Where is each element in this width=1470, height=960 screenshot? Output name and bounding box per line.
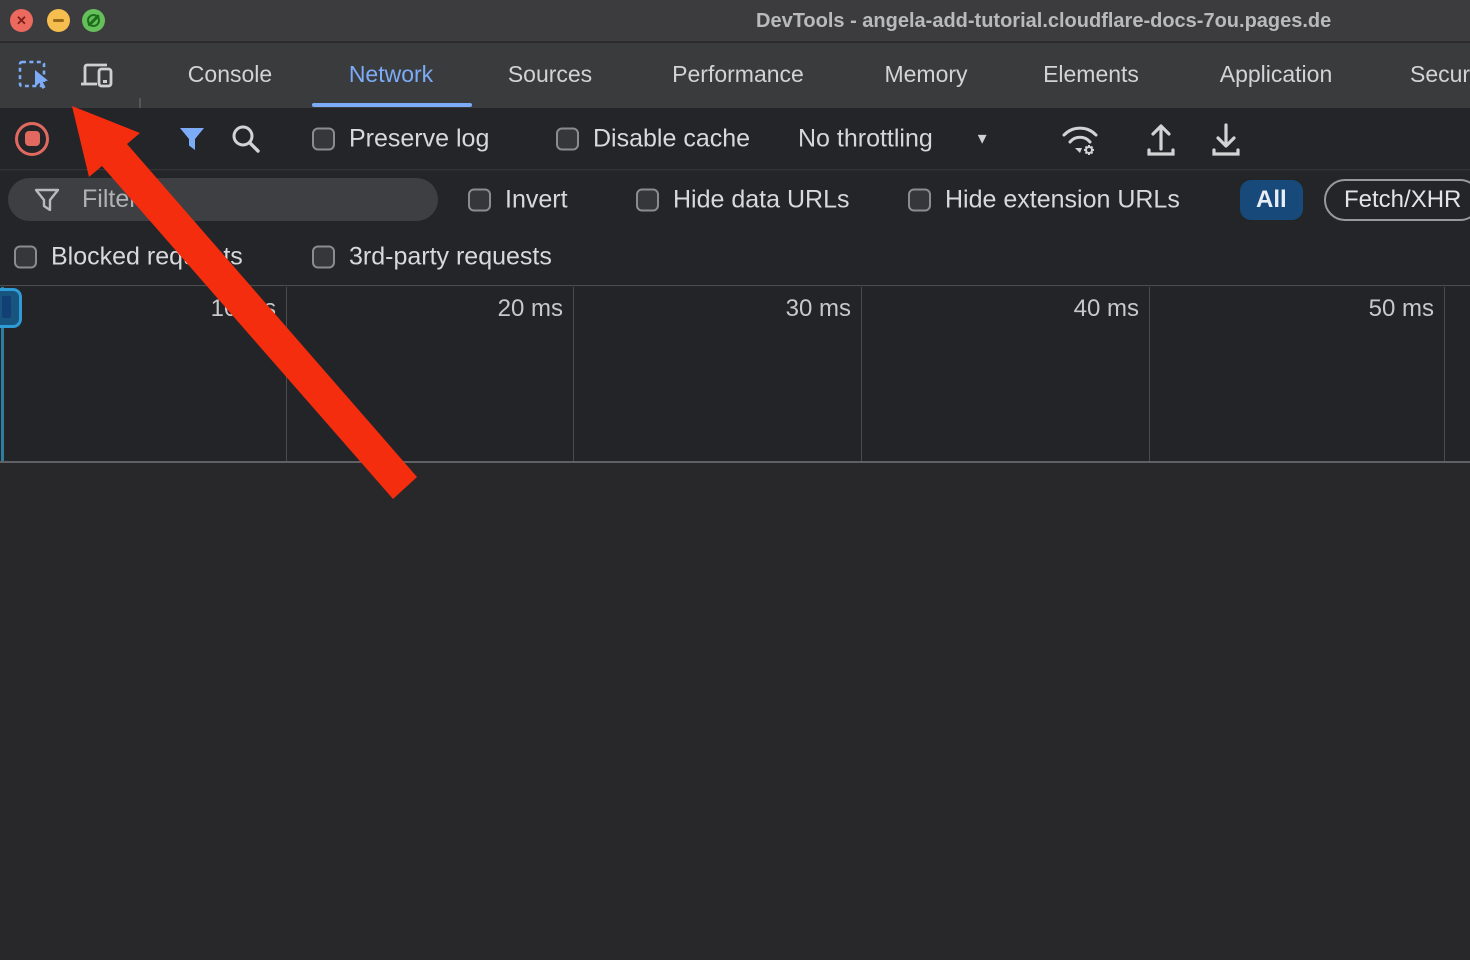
import-har-icon[interactable]	[1142, 121, 1180, 157]
checkbox-box[interactable]	[312, 245, 335, 268]
disable-cache-checkbox[interactable]: Disable cache	[556, 124, 750, 153]
hide-extension-urls-checkbox[interactable]: Hide extension URLs	[908, 185, 1180, 214]
requests-panel: Recordi Perform a request	[0, 465, 1470, 960]
funnel-icon	[34, 188, 60, 212]
tab-security[interactable]: Security	[1410, 43, 1470, 108]
titlebar: ✕ DevTools - angela-add-tutorial.cloudfl…	[0, 0, 1470, 42]
checkbox-box[interactable]	[636, 188, 659, 211]
checkbox-box[interactable]	[908, 188, 931, 211]
checkbox-label: Hide data URLs	[673, 185, 849, 214]
devtools-window: ✕ DevTools - angela-add-tutorial.cloudfl…	[0, 0, 1470, 960]
throttling-dropdown[interactable]: No throttling ▼	[798, 124, 990, 153]
checkbox-label: Preserve log	[349, 124, 489, 153]
network-overview-timeline[interactable]: 10 ms 20 ms 30 ms 40 ms 50 ms	[0, 287, 1470, 463]
zoom-icon[interactable]	[82, 9, 105, 32]
timeline-tick: 30 ms	[574, 287, 862, 461]
timeline-tick: 40 ms	[862, 287, 1150, 461]
dropdown-caret-icon: ▼	[975, 130, 990, 147]
checkbox-label: Hide extension URLs	[945, 185, 1180, 214]
request-type-fetch-xhr-button[interactable]: Fetch/XHR	[1324, 179, 1470, 221]
clear-icon[interactable]	[83, 126, 109, 152]
timeline-tick: 50 ms	[1150, 287, 1445, 461]
checkbox-box[interactable]	[468, 188, 491, 211]
tab-network[interactable]: Network	[349, 43, 433, 108]
minimize-icon[interactable]	[47, 9, 70, 32]
preserve-log-checkbox[interactable]: Preserve log	[312, 124, 489, 153]
filter-input[interactable]	[82, 185, 382, 214]
checkbox-label: 3rd-party requests	[349, 242, 552, 271]
selected-tab-underline	[312, 103, 472, 107]
filter-funnel-icon[interactable]	[178, 126, 206, 152]
network-filter-bar: Invert Hide data URLs Hide extension URL…	[0, 171, 1470, 228]
throttling-value: No throttling	[798, 124, 933, 153]
network-filter-bar-secondary: Blocked requests 3rd-party requests	[0, 228, 1470, 286]
blocked-requests-checkbox[interactable]: Blocked requests	[14, 242, 243, 271]
hide-data-urls-checkbox[interactable]: Hide data URLs	[636, 185, 849, 214]
tab-console[interactable]: Console	[188, 43, 272, 108]
device-toolbar-icon[interactable]	[78, 57, 116, 95]
devtools-tabbar: Console Network Sources Performance Memo…	[0, 43, 1470, 108]
network-conditions-icon[interactable]	[1058, 121, 1102, 157]
export-har-icon[interactable]	[1207, 121, 1245, 157]
checkbox-label: Disable cache	[593, 124, 750, 153]
invert-checkbox[interactable]: Invert	[468, 185, 568, 214]
search-icon[interactable]	[230, 123, 262, 155]
checkbox-label: Invert	[505, 185, 568, 214]
tab-sources[interactable]: Sources	[508, 43, 592, 108]
filter-input-container[interactable]	[8, 178, 438, 221]
tab-application[interactable]: Application	[1220, 43, 1333, 108]
checkbox-label: Blocked requests	[51, 242, 243, 271]
timeline-tick: 10 ms	[0, 287, 287, 461]
tab-performance[interactable]: Performance	[672, 43, 804, 108]
request-type-all-button[interactable]: All	[1240, 180, 1303, 220]
tab-memory[interactable]: Memory	[884, 43, 967, 108]
network-toolbar: Preserve log Disable cache No throttling…	[0, 108, 1470, 170]
inspect-element-icon[interactable]	[15, 57, 53, 95]
checkbox-box[interactable]	[14, 245, 37, 268]
record-icon[interactable]	[15, 122, 49, 156]
overview-drag-handle[interactable]	[0, 288, 22, 328]
checkbox-box[interactable]	[556, 127, 579, 150]
timeline-tick: 20 ms	[287, 287, 574, 461]
close-icon[interactable]: ✕	[10, 9, 33, 32]
tab-elements[interactable]: Elements	[1043, 43, 1139, 108]
checkbox-box[interactable]	[312, 127, 335, 150]
window-title: DevTools - angela-add-tutorial.cloudflar…	[756, 0, 1331, 42]
third-party-requests-checkbox[interactable]: 3rd-party requests	[312, 242, 552, 271]
